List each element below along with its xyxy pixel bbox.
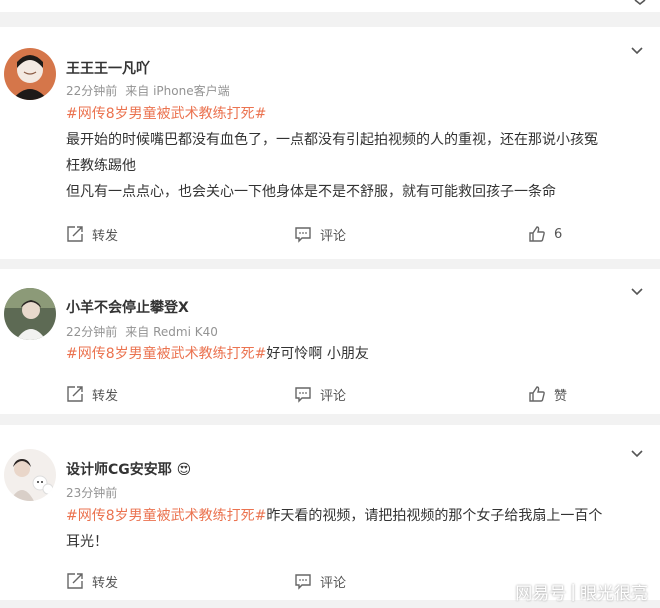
post-meta: 22分钟前 来自 iPhone客户端 bbox=[66, 82, 230, 99]
username[interactable]: 设计师CG安安耶 bbox=[66, 462, 172, 478]
body-text: 好可怜啊 小朋友 bbox=[266, 346, 369, 362]
post-meta: 22分钟前 来自 Redmi K40 bbox=[66, 323, 218, 340]
repost-label: 转发 bbox=[92, 228, 119, 244]
comment-button[interactable]: 评论 bbox=[294, 224, 346, 244]
chevron-down-icon[interactable] bbox=[630, 44, 644, 58]
repost-label: 转发 bbox=[92, 575, 119, 591]
comment-card: 王王王一凡吖 22分钟前 来自 iPhone客户端 #网传8岁男童被武术教练打死#… bbox=[0, 27, 660, 259]
post-body: #网传8岁男童被武术教练打死#昨天看的视频，请把拍视频的那个女子给我扇上一百个 … bbox=[66, 503, 646, 555]
previous-card-stub bbox=[0, 0, 660, 12]
like-button[interactable]: 赞 bbox=[528, 384, 567, 404]
comment-button[interactable]: 评论 bbox=[294, 384, 346, 404]
comment-button[interactable]: 评论 bbox=[294, 571, 346, 591]
chevron-down-icon[interactable] bbox=[634, 0, 646, 8]
repost-icon bbox=[67, 386, 83, 402]
like-label: 赞 bbox=[554, 388, 568, 404]
avatar[interactable] bbox=[4, 48, 56, 100]
post-source: 来自 iPhone客户端 bbox=[125, 84, 230, 98]
body-line: 最开始的时候嘴巴都没有血色了，一点都没有引起拍视频的人的重视，还在那说小孩冤 bbox=[66, 132, 598, 148]
comment-icon bbox=[295, 227, 311, 243]
body-line: 但凡有一点点心，也会关心一下他身体是不是不舒服，就有可能救回孩子一条命 bbox=[66, 184, 556, 200]
action-bar: 转发 评论 赞 bbox=[66, 384, 626, 404]
post-meta: 23分钟前 bbox=[66, 484, 117, 501]
avatar[interactable] bbox=[4, 449, 56, 501]
repost-label: 转发 bbox=[92, 388, 119, 404]
comment-card: 设计师CG安安耶 😍 23分钟前 #网传8岁男童被武术教练打死#昨天看的视频，请… bbox=[0, 425, 660, 600]
hashtag-link[interactable]: #网传8岁男童被武术教练打死# bbox=[66, 508, 266, 524]
like-button[interactable]: 6 bbox=[528, 224, 562, 244]
post-time: 22分钟前 bbox=[66, 84, 118, 98]
comment-label: 评论 bbox=[320, 228, 347, 244]
repost-icon bbox=[67, 226, 83, 242]
username-row: 设计师CG安安耶 😍 bbox=[66, 459, 191, 479]
body-text: 昨天看的视频，请把拍视频的那个女子给我扇上一百个 bbox=[266, 508, 603, 524]
thumbs-up-icon bbox=[529, 386, 545, 402]
username[interactable]: 王王王一凡吖 bbox=[66, 58, 150, 78]
post-body: #网传8岁男童被武术教练打死# 最开始的时候嘴巴都没有血色了，一点都没有引起拍视… bbox=[66, 101, 646, 205]
repost-button[interactable]: 转发 bbox=[66, 224, 118, 244]
action-bar: 转发 评论 6 bbox=[66, 224, 626, 244]
repost-button[interactable]: 转发 bbox=[66, 384, 118, 404]
watermark-author: 眼光很亮 bbox=[580, 584, 648, 604]
avatar[interactable] bbox=[4, 288, 56, 340]
body-line: 耳光！ bbox=[66, 534, 108, 550]
comment-icon bbox=[295, 387, 311, 403]
comment-label: 评论 bbox=[320, 575, 347, 591]
post-source: 来自 Redmi K40 bbox=[125, 325, 218, 339]
thumbs-up-icon bbox=[529, 226, 545, 242]
body-line: 枉教练踢他 bbox=[66, 158, 136, 174]
post-time: 22分钟前 bbox=[66, 325, 118, 339]
repost-button[interactable]: 转发 bbox=[66, 571, 118, 591]
emoji-badge: 😍 bbox=[176, 462, 192, 478]
post-body: #网传8岁男童被武术教练打死#好可怜啊 小朋友 bbox=[66, 341, 646, 367]
comment-label: 评论 bbox=[320, 388, 347, 404]
chevron-down-icon[interactable] bbox=[630, 447, 644, 461]
chevron-down-icon[interactable] bbox=[630, 285, 644, 299]
hashtag-link[interactable]: #网传8岁男童被武术教练打死# bbox=[66, 106, 266, 122]
watermark: 网易号 | 眼光很亮 bbox=[515, 579, 648, 605]
watermark-separator: | bbox=[570, 581, 576, 602]
like-count: 6 bbox=[554, 226, 563, 242]
watermark-source: 网易号 bbox=[515, 584, 567, 604]
repost-icon bbox=[67, 573, 83, 589]
comment-icon bbox=[295, 574, 311, 590]
post-time: 23分钟前 bbox=[66, 486, 118, 500]
hashtag-link[interactable]: #网传8岁男童被武术教练打死# bbox=[66, 346, 266, 362]
username[interactable]: 小羊不会停止攀登X bbox=[66, 297, 189, 317]
comment-card: 小羊不会停止攀登X 22分钟前 来自 Redmi K40 #网传8岁男童被武术教练… bbox=[0, 269, 660, 414]
